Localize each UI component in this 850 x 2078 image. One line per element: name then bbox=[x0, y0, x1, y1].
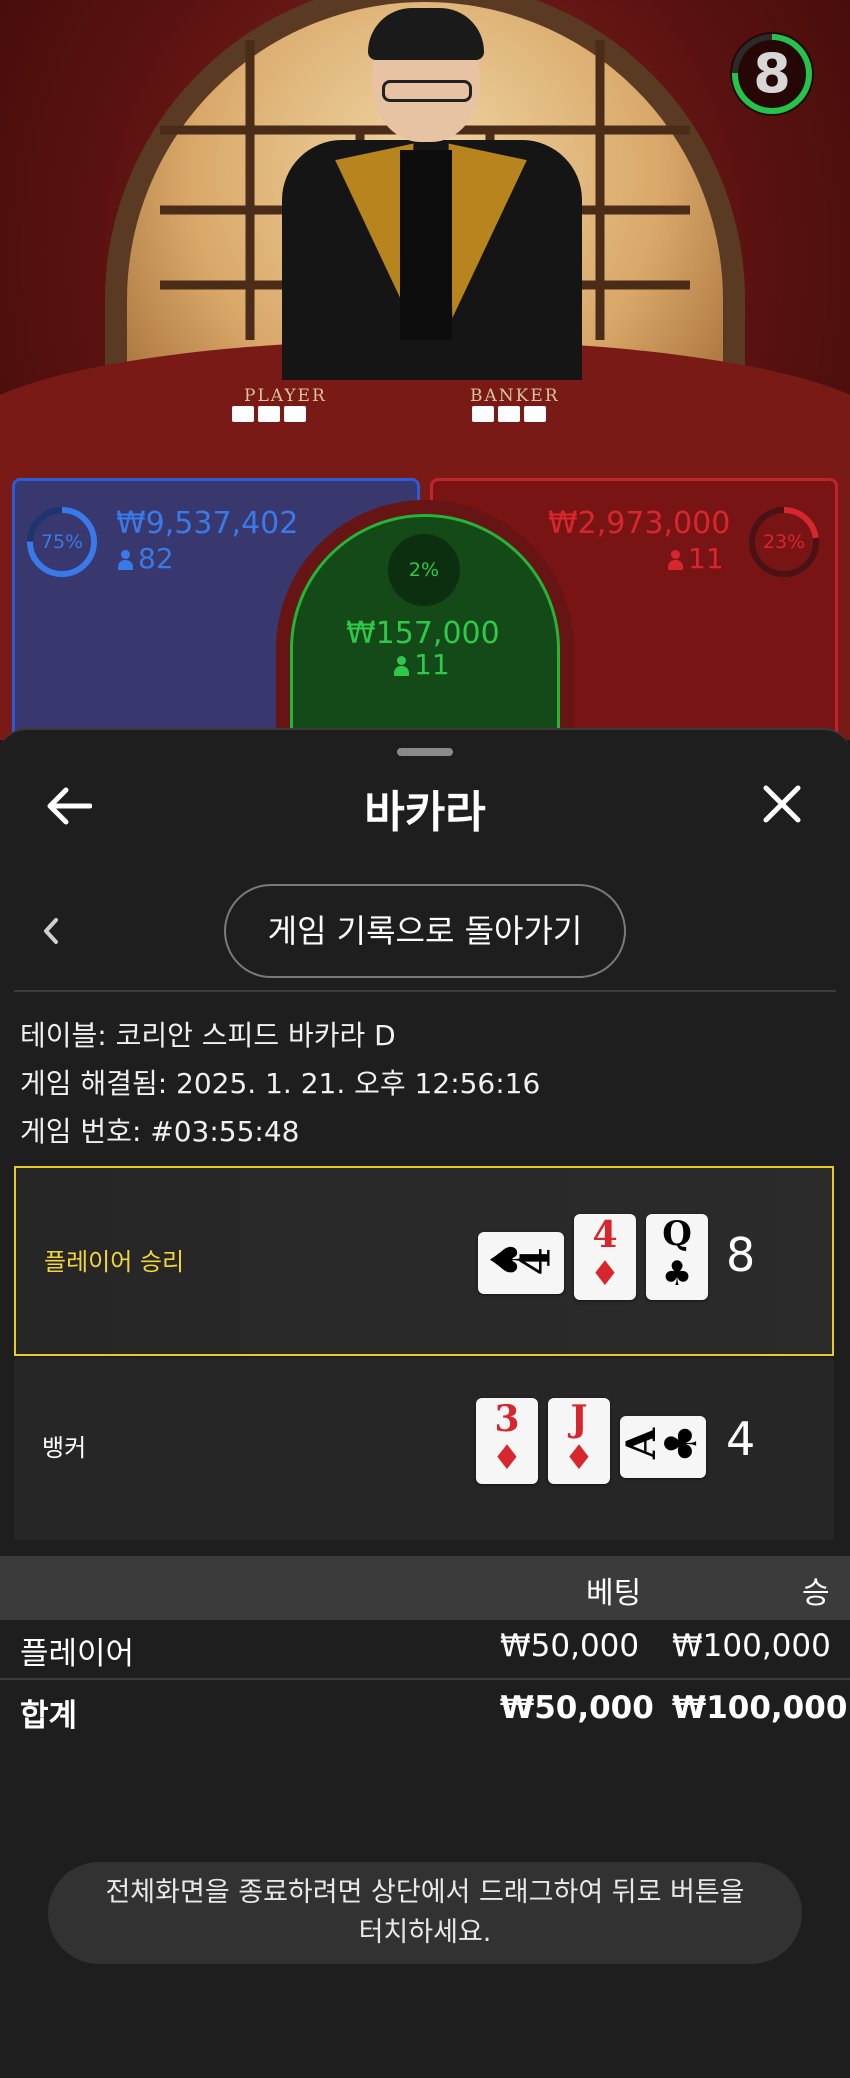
tie-percent-ring: 2% bbox=[388, 534, 460, 606]
bet-table-header bbox=[0, 1556, 850, 1620]
info-table-name: 테이블: 코리안 스피드 바카라 D bbox=[20, 1019, 396, 1052]
playing-card: 3 ♦ bbox=[476, 1398, 538, 1484]
round-player: 플레이어 승리 ♠ 4 4 ♦ Q ♣ 8 bbox=[14, 1166, 834, 1356]
table-total-row: 합계 ₩50,000 ₩100,000 bbox=[0, 1684, 850, 1740]
row-name: 플레이어 bbox=[20, 1636, 135, 1672]
playing-card: A ♣ bbox=[618, 1416, 707, 1478]
table-label-banker: BANKER bbox=[470, 386, 560, 406]
banker-percent-ring: 23% bbox=[748, 506, 820, 578]
tie-bet-amount: ₩157,000 bbox=[346, 616, 500, 651]
round-score: 8 bbox=[726, 1228, 756, 1282]
close-icon[interactable] bbox=[760, 782, 804, 826]
tie-bettor-count: 11 bbox=[394, 648, 450, 681]
playing-card: J ♦ bbox=[548, 1398, 610, 1484]
person-icon bbox=[118, 550, 133, 570]
fullscreen-hint-toast: 전체화면을 종료하려면 상단에서 드래그하여 뒤로 버튼을 터치하세요. bbox=[48, 1862, 802, 1964]
player-bettor-count: 82 bbox=[118, 542, 174, 575]
toast-line-1: 전체화면을 종료하려면 상단에서 드래그하여 뒤로 버튼을 bbox=[105, 1877, 745, 1908]
player-percent: 75% bbox=[40, 531, 84, 553]
sheet-title: 바카라 bbox=[364, 787, 486, 838]
person-icon bbox=[668, 550, 683, 570]
round-result-label: 플레이어 승리 bbox=[44, 1248, 185, 1276]
banker-bettor-count: 11 bbox=[668, 542, 724, 575]
dealer-shirt bbox=[400, 150, 452, 340]
player-percent-ring: 75% bbox=[26, 506, 98, 578]
total-win: ₩100,000 bbox=[672, 1690, 848, 1726]
sheet-drag-handle[interactable] bbox=[397, 748, 453, 756]
playing-card: ♠ 4 bbox=[478, 1232, 564, 1294]
row-bet: ₩50,000 bbox=[500, 1628, 640, 1664]
header-win: 승 bbox=[802, 1576, 830, 1611]
table-row: 플레이어 ₩50,000 ₩100,000 bbox=[0, 1620, 850, 1680]
divider bbox=[14, 990, 836, 992]
back-to-history-button[interactable]: 게임 기록으로 돌아가기 bbox=[224, 884, 626, 978]
dealer-glasses bbox=[382, 80, 472, 102]
playing-card: Q ♣ bbox=[646, 1214, 708, 1300]
row-win: ₩100,000 bbox=[672, 1628, 831, 1664]
banker-mini-cards bbox=[472, 406, 546, 422]
playing-card: 4 ♦ bbox=[574, 1214, 636, 1300]
countdown-timer: 8 bbox=[730, 32, 814, 116]
total-label: 합계 bbox=[20, 1698, 78, 1734]
round-result-label: 뱅커 bbox=[42, 1434, 87, 1462]
person-icon bbox=[394, 656, 409, 676]
info-game-id: 게임 번호: #03:55:48 bbox=[20, 1115, 300, 1148]
round-banker: 뱅커 3 ♦ J ♦ A ♣ 4 bbox=[14, 1358, 834, 1540]
banker-bet-amount: ₩2,973,000 bbox=[548, 506, 731, 541]
live-video: PLAYER BANKER 8 75% ₩9,537,402 82 23% ₩2… bbox=[0, 0, 850, 740]
chevron-left-icon[interactable] bbox=[40, 916, 64, 946]
toast-line-2: 터치하세요. bbox=[358, 1917, 492, 1948]
table-label-player: PLAYER bbox=[244, 386, 327, 406]
timer-value: 8 bbox=[753, 42, 791, 105]
round-score: 4 bbox=[726, 1412, 756, 1466]
tie-percent: 2% bbox=[408, 559, 440, 581]
info-resolved-time: 게임 해결됨: 2025. 1. 21. 오후 12:56:16 bbox=[20, 1067, 541, 1100]
header-bet: 베팅 bbox=[586, 1576, 642, 1611]
banker-percent: 23% bbox=[762, 531, 806, 553]
player-bet-amount: ₩9,537,402 bbox=[116, 506, 299, 541]
player-mini-cards bbox=[232, 406, 306, 422]
total-bet: ₩50,000 bbox=[500, 1690, 654, 1726]
